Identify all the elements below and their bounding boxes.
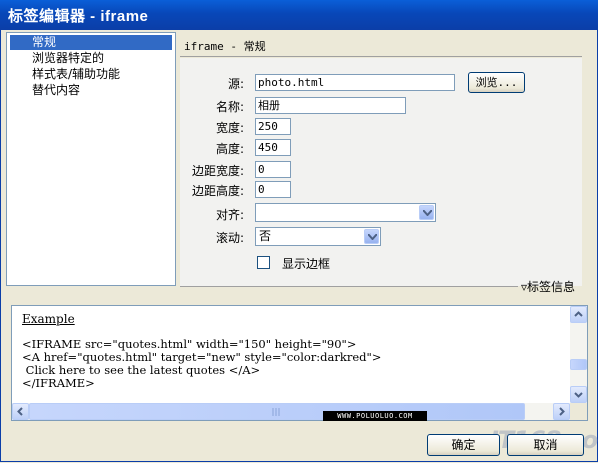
- chevron-up-icon: [574, 311, 583, 317]
- scroll-right-button[interactable]: [553, 403, 570, 420]
- section-divider: [180, 56, 582, 57]
- chevron-left-icon: [17, 407, 23, 416]
- cancel-button[interactable]: 取消: [507, 434, 584, 456]
- scrolling-select-value: 否: [259, 229, 272, 243]
- height-label: 高度:: [215, 142, 244, 156]
- tag-info-panel[interactable]: Example <IFRAME src="quotes.html" width=…: [11, 305, 588, 421]
- align-label: 对齐:: [215, 208, 244, 222]
- tag-info-toggle[interactable]: ▿标签信息: [521, 278, 575, 295]
- show-border-label: 显示边框: [282, 257, 331, 271]
- grip-icon: [272, 408, 280, 416]
- category-item-stylesheet-accessibility[interactable]: 样式表/辅助功能: [10, 67, 173, 82]
- code-line: Click here to see the latest quotes </A>: [22, 363, 261, 377]
- horizontal-scrollbar[interactable]: [12, 403, 570, 420]
- example-heading: Example: [22, 312, 75, 326]
- chevron-right-icon: [559, 407, 565, 416]
- margin-height-label: 边距高度:: [191, 184, 244, 198]
- watermark: WWW.POLUOLUO.COM: [323, 411, 427, 421]
- margin-width-label: 边距宽度:: [191, 164, 244, 178]
- name-label: 名称:: [215, 100, 244, 114]
- vertical-scroll-thumb[interactable]: [570, 359, 587, 370]
- vertical-scrollbar[interactable]: [570, 306, 587, 403]
- align-select[interactable]: [255, 203, 436, 222]
- width-label: 宽度:: [215, 121, 244, 135]
- title-prefix: 标签编辑器: [8, 7, 86, 25]
- tag-info-divider: [180, 286, 518, 287]
- title-suffix: - iframe: [85, 8, 149, 25]
- horizontal-scroll-thumb[interactable]: [29, 403, 525, 420]
- chevron-down-icon[interactable]: [419, 205, 434, 220]
- category-list[interactable]: 常规 浏览器特定的 样式表/辅助功能 替代内容: [6, 32, 176, 286]
- scroll-down-button[interactable]: [570, 386, 587, 403]
- code-line: <IFRAME src="quotes.html" width="150" he…: [22, 337, 357, 351]
- scrollbar-corner: [570, 403, 587, 420]
- window-title: 标签编辑器 - iframe: [8, 5, 148, 26]
- name-input[interactable]: 相册: [255, 97, 406, 114]
- scrolling-select[interactable]: 否: [255, 227, 381, 246]
- chevron-down-icon: [574, 392, 583, 398]
- show-border-checkbox[interactable]: [257, 256, 270, 269]
- height-input[interactable]: 450: [255, 139, 291, 156]
- title-bar: 标签编辑器 - iframe: [0, 0, 598, 30]
- code-line: </IFRAME>: [22, 376, 95, 390]
- section-title: iframe - 常规: [184, 40, 266, 53]
- source-input[interactable]: photo.html: [255, 74, 455, 91]
- scroll-left-button[interactable]: [12, 403, 29, 420]
- scroll-up-button[interactable]: [570, 306, 587, 323]
- chevron-down-icon[interactable]: [364, 229, 379, 244]
- ok-button[interactable]: 确定: [427, 434, 500, 456]
- scrolling-label: 滚动:: [215, 231, 244, 245]
- category-item-general[interactable]: 常规: [10, 35, 172, 50]
- code-line: <A href="quotes.html" target="new" style…: [22, 350, 382, 364]
- margin-width-input[interactable]: 0: [255, 161, 291, 178]
- margin-height-input[interactable]: 0: [255, 181, 291, 198]
- browse-button[interactable]: 浏览...: [468, 72, 525, 93]
- source-label: 源:: [227, 77, 244, 91]
- category-item-browser-specific[interactable]: 浏览器特定的: [10, 51, 173, 66]
- width-input[interactable]: 250: [255, 118, 291, 135]
- category-item-alternate-content[interactable]: 替代内容: [10, 83, 173, 98]
